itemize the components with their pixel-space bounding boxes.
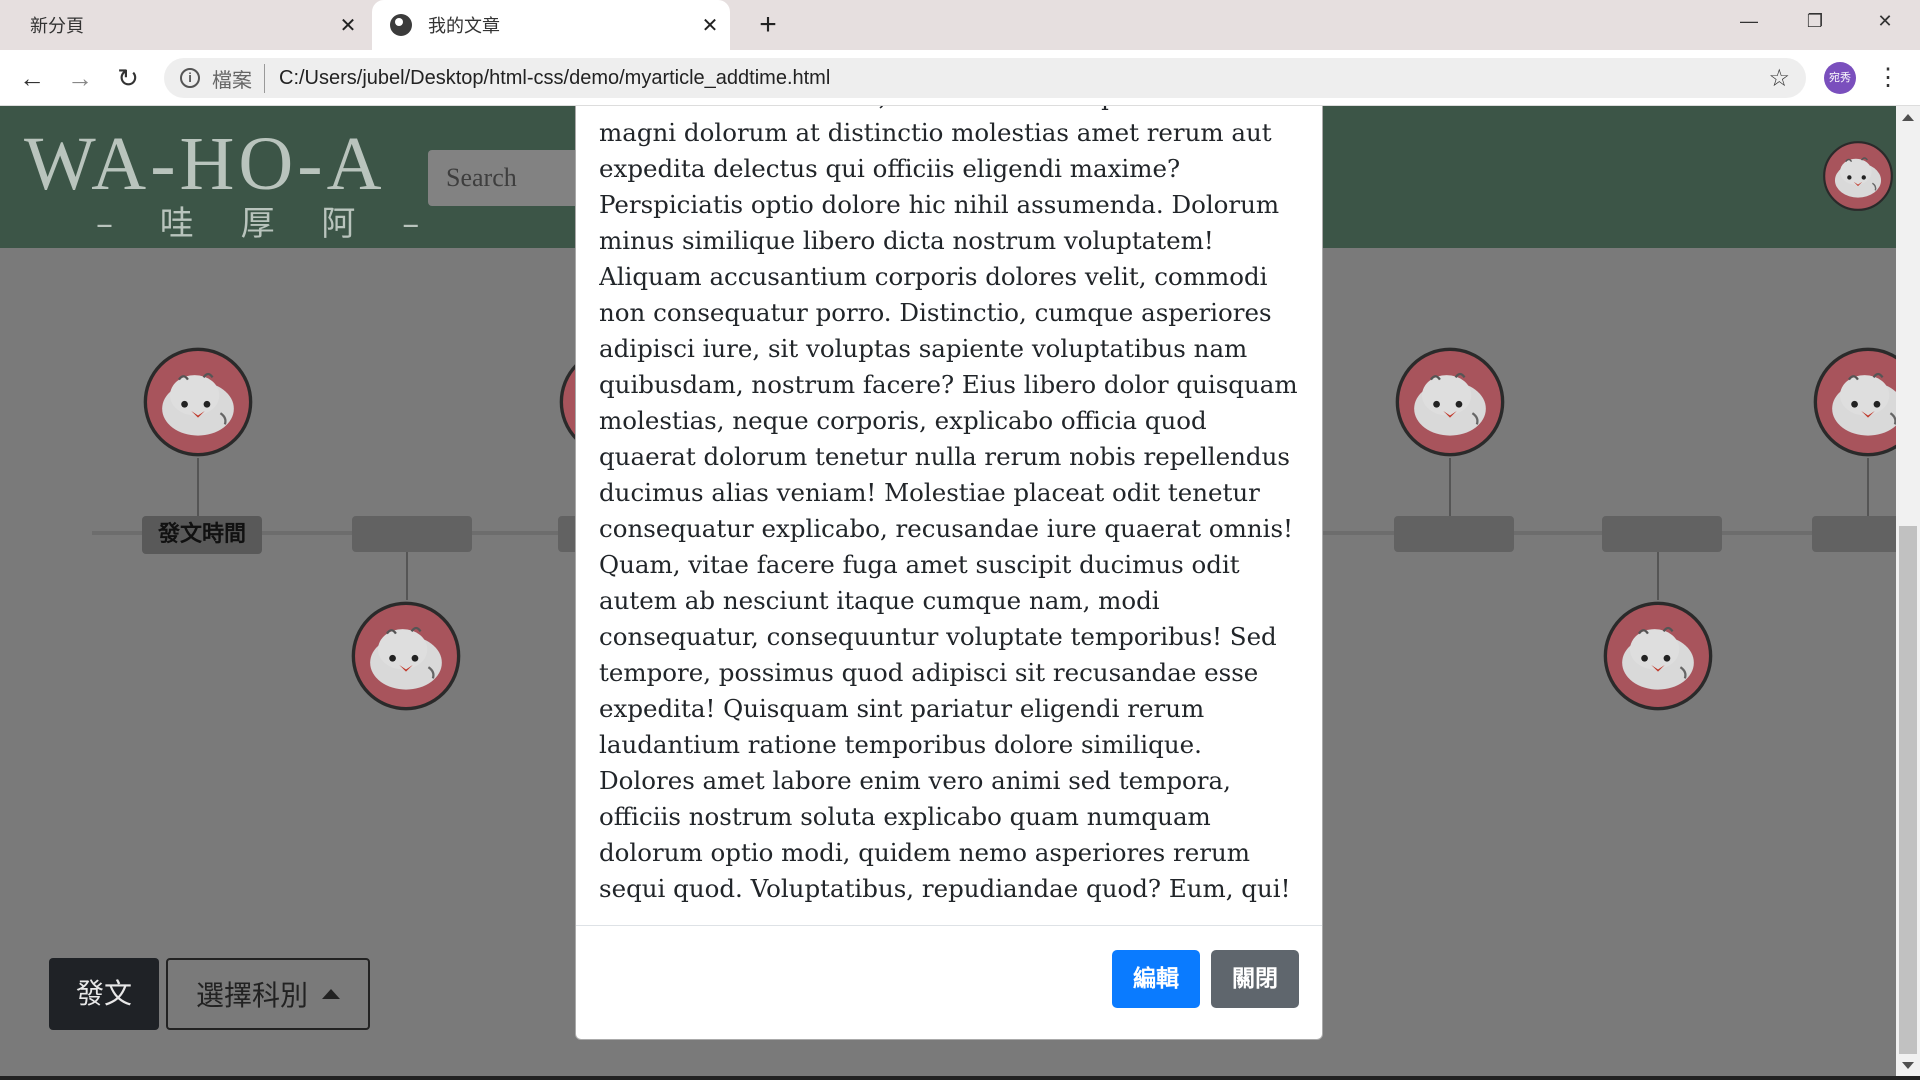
logo-text: WA-HO-A — [24, 122, 386, 206]
back-button[interactable]: ← — [12, 58, 52, 98]
timeline-connector — [1867, 458, 1869, 516]
tab-title: 我的文章 — [428, 16, 500, 36]
timeline-date-pill — [1602, 516, 1722, 552]
scroll-up-arrow-icon[interactable] — [1902, 114, 1914, 121]
timeline-article-avatar[interactable] — [1812, 346, 1896, 458]
timeline-article-avatar[interactable] — [1602, 600, 1714, 712]
new-tab-button[interactable]: + — [748, 6, 788, 46]
timeline-connector — [1657, 552, 1659, 600]
address-scheme-label: 檔案 — [212, 63, 265, 93]
window-close-button[interactable]: ✕ — [1852, 0, 1918, 42]
post-button[interactable]: 發文 — [49, 958, 159, 1030]
tab-title: 新分頁 — [30, 16, 84, 36]
article-modal: odio sit eos nihil nemo, modi veniam ita… — [575, 106, 1323, 1040]
address-url[interactable]: C:/Users/jubel/Desktop/html-css/demo/mya… — [279, 67, 830, 90]
tab-my-articles[interactable]: 我的文章 ✕ — [372, 0, 730, 50]
select-category-dropdown[interactable]: 選擇科別 — [166, 958, 370, 1030]
restore-button[interactable]: ❐ — [1782, 0, 1848, 42]
close-button[interactable]: 關閉 — [1211, 950, 1299, 1008]
edit-button[interactable]: 編輯 — [1112, 950, 1200, 1008]
tab-new-page[interactable]: 新分頁 ✕ — [0, 0, 368, 50]
close-icon[interactable]: ✕ — [690, 13, 730, 38]
scroll-thumb[interactable] — [1899, 526, 1917, 1054]
search-input[interactable]: Search — [428, 150, 588, 206]
globe-icon — [390, 14, 412, 36]
taskbar-edge — [0, 1076, 1920, 1080]
profile-avatar[interactable]: 宛秀 — [1824, 62, 1856, 94]
bookmark-star-icon[interactable]: ☆ — [1768, 64, 1790, 93]
browser-menu-icon[interactable]: ⋮ — [1876, 58, 1900, 98]
timeline-connector — [197, 458, 199, 516]
timeline-article-avatar[interactable] — [142, 346, 254, 458]
timeline-connector — [1449, 458, 1451, 516]
forward-button[interactable]: → — [60, 58, 100, 98]
info-icon[interactable]: i — [180, 68, 200, 88]
timeline-date-pill — [1394, 516, 1514, 552]
site-logo[interactable]: WA-HO-A – 哇 厚 阿 – — [24, 124, 437, 244]
scroll-down-arrow-icon[interactable] — [1902, 1062, 1914, 1069]
timeline-article-avatar[interactable] — [1394, 346, 1506, 458]
address-bar[interactable]: i 檔案 C:/Users/jubel/Desktop/html-css/dem… — [164, 58, 1806, 98]
browser-tab-strip: 新分頁 ✕ 我的文章 ✕ + — ❐ ✕ — [0, 0, 1920, 50]
minimize-button[interactable]: — — [1716, 0, 1782, 42]
timeline-date-pill — [1812, 516, 1896, 552]
article-content: odio sit eos nihil nemo, modi veniam ita… — [599, 106, 1298, 903]
caret-up-icon — [322, 989, 340, 999]
timeline-article-avatar[interactable] — [350, 600, 462, 712]
user-avatar[interactable] — [1822, 140, 1894, 212]
page-scrollbar[interactable] — [1896, 106, 1920, 1080]
timeline-date-pill — [352, 516, 472, 552]
logo-subtitle: – 哇 厚 阿 – — [96, 204, 438, 244]
timeline-connector — [406, 552, 408, 600]
modal-footer: 編輯 關閉 — [576, 925, 1322, 1039]
browser-toolbar: ← → ↻ i 檔案 C:/Users/jubel/Desktop/html-c… — [0, 50, 1920, 106]
category-label: 選擇科別 — [195, 979, 308, 1012]
page-viewport: WA-HO-A – 哇 厚 阿 – Search 發文時間 發文 選擇科別 od… — [0, 106, 1896, 1080]
reload-button[interactable]: ↻ — [108, 58, 148, 98]
post-time-label: 發文時間 — [142, 516, 262, 554]
modal-body[interactable]: odio sit eos nihil nemo, modi veniam ita… — [599, 106, 1301, 923]
close-icon[interactable]: ✕ — [328, 13, 368, 38]
